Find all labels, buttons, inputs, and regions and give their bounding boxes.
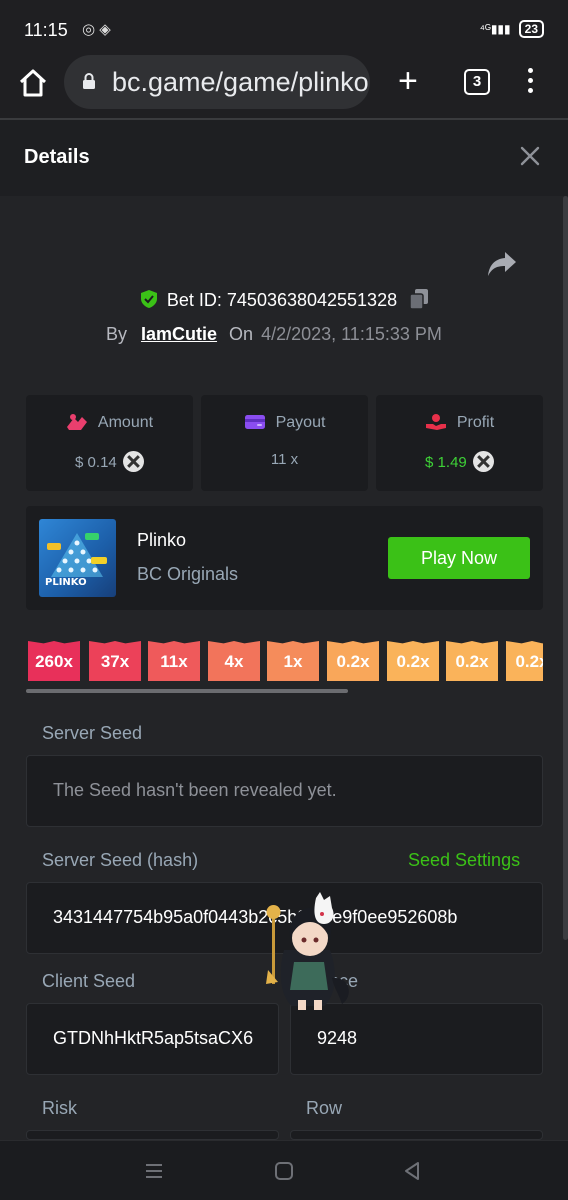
risk-label: Risk (42, 1098, 77, 1118)
signal-icon: ⁴ᴳ▮▮▮ (479, 22, 511, 36)
payout-label: Payout (275, 414, 326, 431)
tab-switcher-button[interactable]: 3 (464, 69, 490, 95)
server-seed-field: The Seed hasn't been revealed yet. (26, 755, 543, 827)
profit-label: Profit (456, 414, 495, 431)
amount-icon (66, 414, 87, 430)
back-icon[interactable] (402, 1161, 422, 1181)
amount-header: Amount (26, 413, 193, 432)
multiplier-chip: 260x (28, 641, 80, 681)
browser-toolbar: bc.game/game/plinko + 3 (0, 50, 568, 118)
seed-settings-link[interactable]: Seed Settings (408, 850, 520, 871)
more-menu-icon[interactable] (524, 68, 536, 98)
game-card: PLINKO Plinko BC Originals Play Now (26, 506, 543, 610)
multiplier-chip: 11x (148, 641, 200, 681)
home-nav-icon[interactable] (274, 1161, 294, 1181)
details-header: Details (0, 120, 568, 196)
verified-shield-icon (140, 290, 157, 308)
multiplier-row[interactable]: 260x 37x 11x 4x 1x 0.2x 0.2x 0.2x 0.2x (28, 641, 543, 683)
amount-card: Amount $ 0.14 (26, 395, 193, 491)
by-label: By (106, 324, 128, 344)
battery-icon: 23 (518, 20, 544, 38)
multiplier-chip: 0.2x (446, 641, 498, 681)
plinko-thumbnail[interactable]: PLINKO (39, 519, 116, 597)
bet-date: 4/2/2023, 11:15:33 PM (261, 324, 442, 344)
multiplier-chip: 0.2x (387, 641, 439, 681)
nonce-field[interactable]: 9248 (290, 1003, 543, 1075)
notification-icons: ◎ ◈ (82, 21, 111, 38)
share-icon[interactable] (486, 250, 518, 278)
close-icon[interactable] (518, 144, 542, 168)
multiplier-chip: 4x (208, 641, 260, 681)
bet-author-line: By IamCutie On 4/2/2023, 11:15:33 PM (106, 324, 442, 345)
recent-apps-icon[interactable] (144, 1161, 164, 1181)
profit-value: $ 1.49 (425, 454, 467, 471)
copy-icon[interactable] (409, 288, 429, 310)
details-title: Details (24, 146, 90, 168)
payout-value: 11 x (270, 451, 299, 468)
row-field[interactable] (290, 1130, 543, 1140)
profit-header: Profit (376, 413, 543, 432)
bet-id-line: Bet ID: 74503638042551328 (0, 288, 568, 311)
profit-value-row: $ 1.49 (376, 451, 543, 472)
client-seed-label: Client Seed (42, 971, 136, 991)
multiplier-chip: 0.2x (327, 641, 379, 681)
status-time: 11:15 (24, 20, 68, 40)
lock-icon (83, 73, 95, 89)
server-hash-label: Server Seed (hash) (42, 850, 199, 870)
server-seed-label: Server Seed (42, 723, 143, 743)
system-indicators: ⁴ᴳ▮▮▮ 23 (480, 20, 544, 38)
risk-field[interactable] (26, 1130, 279, 1140)
amount-value-row: $ 0.14 (26, 451, 193, 472)
new-tab-button[interactable]: + (398, 64, 418, 98)
payout-wallet-icon (244, 415, 265, 429)
multiplier-scrollbar[interactable] (26, 689, 348, 693)
bet-id: Bet ID: 74503638042551328 (166, 290, 398, 310)
user-link[interactable]: IamCutie (141, 324, 217, 344)
amount-value: $ 0.14 (75, 454, 117, 471)
plinko-thumb-label: PLINKO (45, 577, 87, 588)
client-seed-value: GTDNhHktR5ap5tsaCX6 (53, 1028, 254, 1048)
payout-card: Payout 11 x (201, 395, 368, 491)
multiplier-chip: 1x (267, 641, 319, 681)
url-text: bc.game/game/plinko (112, 67, 369, 97)
payout-header: Payout (201, 413, 368, 432)
row-label: Row (306, 1098, 343, 1118)
nonce-value: 9248 (317, 1028, 358, 1048)
profit-hand-icon (425, 414, 446, 430)
on-label: On (229, 324, 254, 344)
address-bar[interactable]: bc.game/game/plinko (64, 55, 370, 109)
multiplier-chip: 0.2x (506, 641, 543, 681)
play-now-button[interactable]: Play Now (388, 537, 530, 579)
game-name: Plinko (137, 530, 187, 550)
currency-coin-icon (472, 451, 494, 472)
mascot-character-icon[interactable] (254, 892, 362, 1012)
system-nav-bar (0, 1140, 568, 1200)
profit-card: Profit $ 1.49 (376, 395, 543, 491)
home-icon[interactable] (16, 66, 50, 100)
client-seed-field[interactable]: GTDNhHktR5ap5tsaCX6 (26, 1003, 279, 1075)
server-seed-placeholder: The Seed hasn't been revealed yet. (53, 780, 337, 800)
game-provider: BC Originals (137, 564, 239, 584)
amount-label: Amount (97, 414, 154, 431)
multiplier-chip: 37x (89, 641, 141, 681)
currency-coin-icon (122, 451, 144, 472)
